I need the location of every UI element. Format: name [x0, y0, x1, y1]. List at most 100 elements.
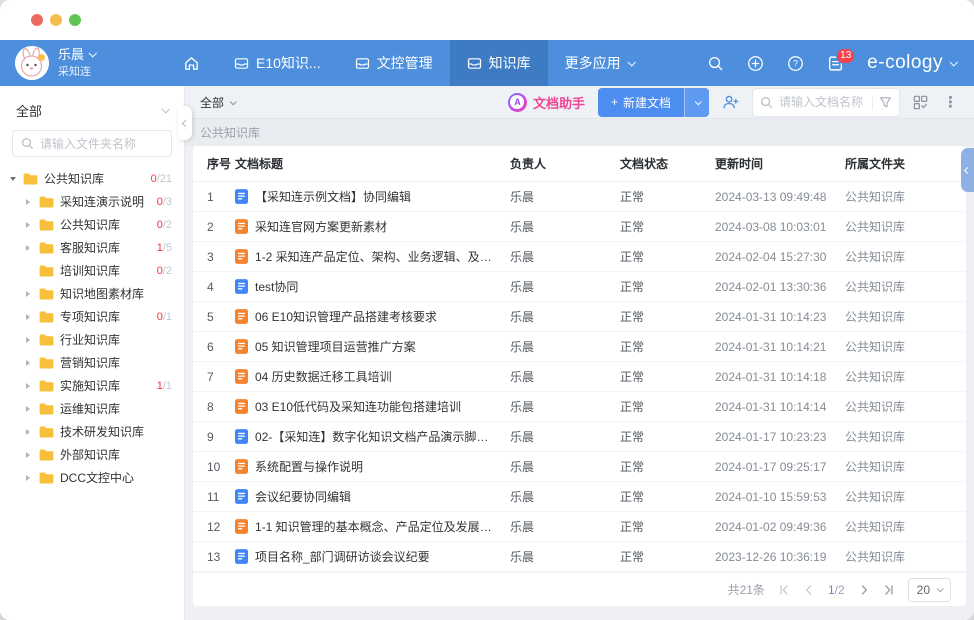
view-switch-button[interactable]: [913, 95, 928, 110]
document-folder: 公共知识库: [845, 368, 966, 385]
doc-assistant-button[interactable]: A 文档助手: [508, 93, 585, 112]
close-button[interactable]: [31, 14, 43, 26]
chevron-left-icon: [803, 584, 815, 596]
help-button[interactable]: ?: [787, 55, 804, 72]
next-page-button[interactable]: [858, 584, 870, 596]
folder-tree-item[interactable]: DCC文控中心: [0, 466, 184, 489]
folder-tree-item[interactable]: 公共知识库0/2: [0, 213, 184, 236]
expand-arrow-icon[interactable]: [26, 337, 39, 343]
table-row[interactable]: 1【采知连示例文档】协同编辑乐晨正常2024-03-13 09:49:48公共知…: [193, 182, 966, 212]
members-button[interactable]: [722, 94, 739, 110]
document-updated-time: 2023-12-26 10:36:19: [715, 550, 845, 564]
notifications-button[interactable]: 13: [827, 55, 844, 72]
home-icon: [183, 55, 200, 72]
folder-tree-item[interactable]: 公共知识库0/21: [0, 167, 184, 190]
expand-arrow-icon[interactable]: [26, 452, 39, 458]
expand-arrow-icon[interactable]: [26, 291, 39, 297]
document-title-link[interactable]: 采知连官网方案更新素材: [255, 218, 387, 235]
expand-arrow-icon[interactable]: [26, 245, 39, 251]
expand-arrow-icon[interactable]: [26, 406, 39, 412]
quick-add-button[interactable]: [747, 55, 764, 72]
document-title-link[interactable]: 系统配置与操作说明: [255, 458, 363, 475]
table-row[interactable]: 506 E10知识管理产品搭建考核要求乐晨正常2024-01-31 10:14:…: [193, 302, 966, 332]
page-size-value: 20: [917, 583, 930, 597]
filter-button[interactable]: [879, 96, 892, 109]
page-size-select[interactable]: 20: [908, 578, 951, 602]
expand-arrow-icon[interactable]: [26, 383, 39, 389]
doc-search-input[interactable]: [779, 95, 866, 109]
user-menu[interactable]: 乐晨 采知连: [0, 46, 166, 80]
table-row[interactable]: 10系统配置与操作说明乐晨正常2024-01-17 09:25:17公共知识库: [193, 452, 966, 482]
folder-search-input[interactable]: [40, 137, 163, 151]
folder-tree-item[interactable]: 实施知识库1/1: [0, 374, 184, 397]
folder-tree-item[interactable]: 行业知识库: [0, 328, 184, 351]
folder-tree-item[interactable]: 客服知识库1/5: [0, 236, 184, 259]
folder-doc-count: 0/3: [151, 196, 172, 208]
nav-home[interactable]: [166, 40, 217, 86]
folder-tree-item[interactable]: 采知连演示说明0/3: [0, 190, 184, 213]
folder-tree-item[interactable]: 运维知识库: [0, 397, 184, 420]
more-actions-button[interactable]: ⋮: [941, 95, 960, 110]
document-title-link[interactable]: test协同: [255, 278, 298, 295]
table-row[interactable]: 902-【采知连】数字化知识文档产品演示脚本（方案价...乐晨正常2024-01…: [193, 422, 966, 452]
header-actions: ? 13 e-cology: [707, 52, 974, 74]
folder-search-box[interactable]: [12, 130, 172, 157]
sidebar-collapse-handle[interactable]: [178, 106, 192, 140]
document-title-link[interactable]: 1-1 知识管理的基本概念、产品定位及发展趋势: [255, 518, 496, 535]
col-header-status: 文档状态: [620, 155, 715, 172]
folder-tree-item[interactable]: 培训知识库0/2: [0, 259, 184, 282]
table-row[interactable]: 11会议纪要协同编辑乐晨正常2024-01-10 15:59:53公共知识库: [193, 482, 966, 512]
document-title-link[interactable]: 06 E10知识管理产品搭建考核要求: [255, 308, 437, 325]
folder-tree-item[interactable]: 外部知识库: [0, 443, 184, 466]
new-doc-dropdown-button[interactable]: [684, 88, 709, 117]
nav-more-apps[interactable]: 更多应用: [548, 40, 651, 86]
document-title-link[interactable]: 【采知连示例文档】协同编辑: [255, 188, 411, 205]
sidebar-scope-select[interactable]: 全部: [0, 98, 184, 122]
last-page-button[interactable]: [883, 584, 895, 596]
folder-tree-item[interactable]: 营销知识库: [0, 351, 184, 374]
new-doc-button[interactable]: + 新建文档: [598, 88, 684, 117]
brand-logo[interactable]: e-cology: [867, 52, 956, 74]
collapse-arrow-icon[interactable]: [10, 177, 23, 181]
chevron-down-icon: [161, 105, 169, 113]
table-row[interactable]: 704 历史数据迁移工具培训乐晨正常2024-01-31 10:14:18公共知…: [193, 362, 966, 392]
document-owner: 乐晨: [510, 398, 620, 415]
expand-arrow-icon[interactable]: [26, 222, 39, 228]
avatar[interactable]: [15, 46, 49, 80]
global-search-button[interactable]: [707, 55, 724, 72]
document-title-link[interactable]: 03 E10低代码及采知连功能包搭建培训: [255, 398, 461, 415]
nav-knowledge-base[interactable]: 知识库: [450, 40, 548, 86]
document-title-link[interactable]: 02-【采知连】数字化知识文档产品演示脚本（方案价...: [255, 428, 496, 445]
table-row[interactable]: 605 知识管理项目运营推广方案乐晨正常2024-01-31 10:14:21公…: [193, 332, 966, 362]
document-title-link[interactable]: 04 历史数据迁移工具培训: [255, 368, 392, 385]
prev-page-button[interactable]: [803, 584, 815, 596]
doc-search-box[interactable]: [752, 88, 900, 117]
table-row[interactable]: 31-2 采知连产品定位、架构、业务逻辑、及核心亮点乐晨正常2024-02-04…: [193, 242, 966, 272]
table-row[interactable]: 121-1 知识管理的基本概念、产品定位及发展趋势乐晨正常2024-01-02 …: [193, 512, 966, 542]
expand-arrow-icon[interactable]: [26, 475, 39, 481]
folder-tree-item[interactable]: 知识地图素材库: [0, 282, 184, 305]
table-row[interactable]: 2采知连官网方案更新素材乐晨正常2024-03-08 10:03:01公共知识库: [193, 212, 966, 242]
first-page-button[interactable]: [778, 584, 790, 596]
table-row[interactable]: 13项目名称_部门调研访谈会议纪要乐晨正常2023-12-26 10:36:19…: [193, 542, 966, 572]
table-row[interactable]: 803 E10低代码及采知连功能包搭建培训乐晨正常2024-01-31 10:1…: [193, 392, 966, 422]
document-title-link[interactable]: 05 知识管理项目运营推广方案: [255, 338, 416, 355]
nav-doc-control[interactable]: 文控管理: [338, 40, 450, 86]
minimize-button[interactable]: [50, 14, 62, 26]
expand-arrow-icon[interactable]: [26, 314, 39, 320]
right-panel-collapse-handle[interactable]: [961, 148, 974, 192]
document-title-link[interactable]: 会议纪要协同编辑: [255, 488, 351, 505]
nav-e10-knowledge[interactable]: E10知识...: [217, 40, 338, 86]
folder-tree-item[interactable]: 技术研发知识库: [0, 420, 184, 443]
expand-arrow-icon[interactable]: [26, 199, 39, 205]
maximize-button[interactable]: [69, 14, 81, 26]
document-title-link[interactable]: 项目名称_部门调研访谈会议纪要: [255, 548, 430, 565]
document-folder: 公共知识库: [845, 398, 966, 415]
folder-tree-item[interactable]: 专项知识库0/1: [0, 305, 184, 328]
table-row[interactable]: 4test协同乐晨正常2024-02-01 13:30:36公共知识库: [193, 272, 966, 302]
person-plus-icon: [722, 94, 739, 110]
doc-scope-select[interactable]: 全部: [200, 94, 235, 111]
expand-arrow-icon[interactable]: [26, 360, 39, 366]
expand-arrow-icon[interactable]: [26, 429, 39, 435]
document-title-link[interactable]: 1-2 采知连产品定位、架构、业务逻辑、及核心亮点: [255, 248, 496, 265]
